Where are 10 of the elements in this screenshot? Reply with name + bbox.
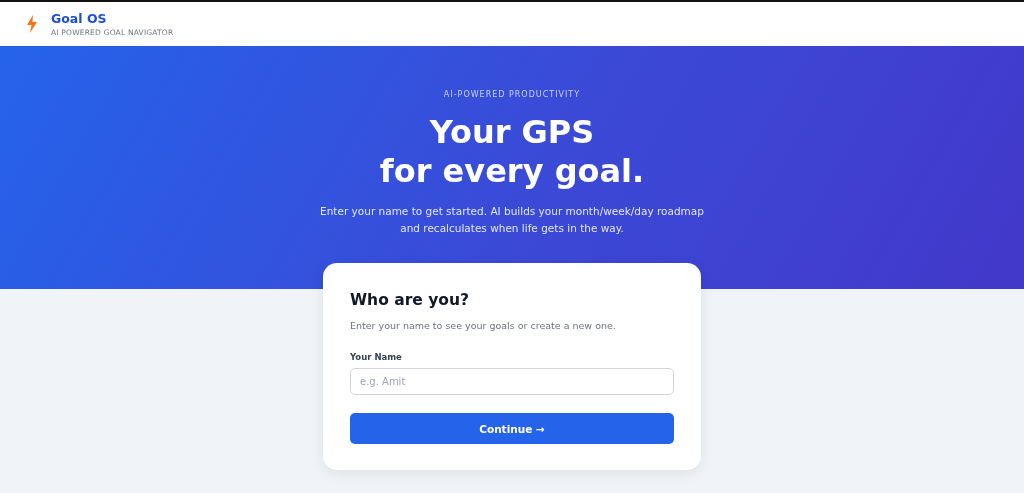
name-input-field[interactable]: e.g. Amit [350, 368, 674, 395]
card-title: Who are you? [350, 291, 470, 309]
continue-button[interactable]: Continue → [350, 413, 674, 444]
field-label: Your Name [350, 352, 403, 362]
lightning-icon [26, 15, 38, 33]
card-description: Enter your name to see your goals or create a new one. [350, 320, 617, 331]
hero-subtitle: Enter your name to get started. AI builds your month/week/day roadmap and recalculates when life gets in the way. [319, 204, 705, 236]
app-name: Goal OS [51, 11, 108, 26]
hero-title: Your GPS for every goal. [378, 113, 646, 191]
hero-eyebrow: AI-POWERED PRODUCTIVITY [442, 90, 582, 99]
